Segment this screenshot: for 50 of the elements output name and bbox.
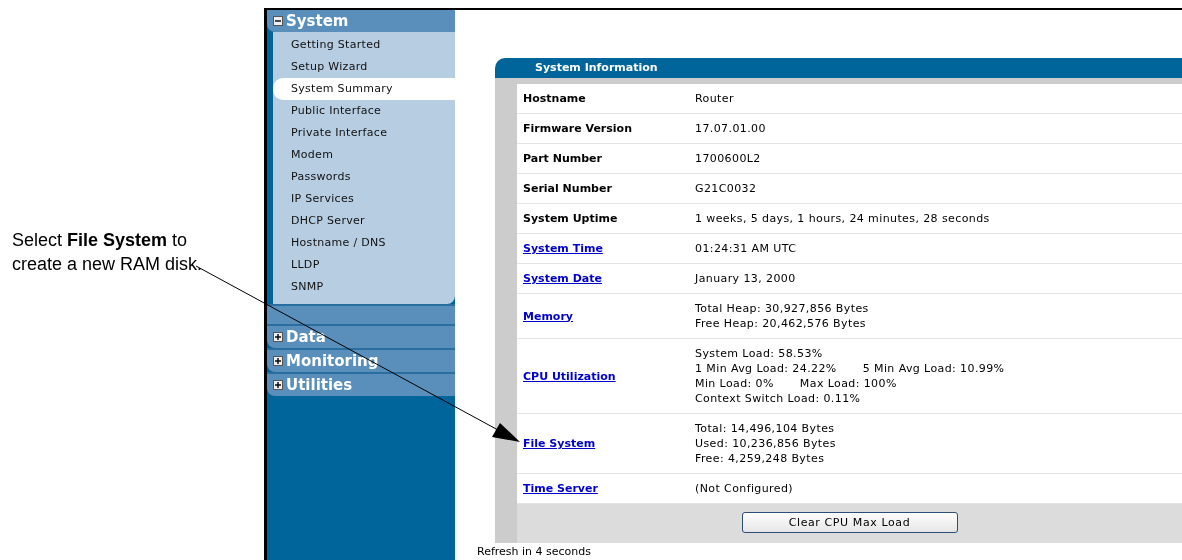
row-link[interactable]: File System	[517, 437, 695, 450]
row-value: 1 Min Avg Load: 24.22%	[695, 361, 837, 376]
row-link[interactable]: System Time	[517, 242, 695, 255]
row-value: Min Load: 0%	[695, 376, 774, 391]
menu-item[interactable]: System Summary	[273, 78, 455, 100]
row-value: 01:24:31 AM UTC	[695, 241, 797, 256]
row-value: 1 weeks, 5 days, 1 hours, 24 minutes, 28 seconds	[695, 211, 990, 226]
row-value: Free Heap: 20,462,576 Bytes	[695, 316, 866, 331]
row-label: System Uptime	[522, 212, 619, 225]
expand-icon[interactable]	[273, 356, 283, 366]
row-value: 1700600L2	[695, 151, 761, 166]
refresh-status: Refresh in 4 seconds	[477, 544, 593, 558]
row-value: Used: 10,236,856 Bytes	[695, 436, 836, 451]
row-value: Router	[695, 91, 734, 106]
clear-button[interactable]: Clear CPU Max Load	[741, 512, 958, 533]
row-value: System Load: 58.53%	[695, 346, 823, 361]
menu-item[interactable]: Private Interface	[279, 122, 455, 144]
menu-item[interactable]: IP Services	[279, 188, 455, 210]
menu-item[interactable]: DHCP Server	[279, 210, 455, 232]
menu-item[interactable]: Setup Wizard	[279, 56, 455, 78]
row-value: Free: 4,259,248 Bytes	[695, 451, 825, 466]
row-value: 5 Min Avg Load: 10.99%	[862, 361, 1005, 376]
row-value: Total Heap: 30,927,856 Bytes	[695, 301, 869, 316]
menu-item[interactable]: LLDP	[279, 254, 455, 276]
row-link[interactable]: System Date	[517, 272, 695, 285]
expand-icon[interactable]	[273, 380, 283, 390]
row-value: 17.07.01.00	[695, 121, 766, 136]
expand-icon[interactable]	[273, 332, 283, 342]
row-link[interactable]: Memory	[517, 309, 695, 323]
menu-item[interactable]: Public Interface	[279, 100, 455, 122]
collapse-icon[interactable]	[273, 16, 283, 26]
menu-item[interactable]: SNMP	[279, 276, 455, 298]
row-label: Serial Number	[522, 182, 613, 195]
menu-item[interactable]: Hostname / DNS	[279, 232, 455, 254]
row-value: January 13, 2000	[695, 271, 796, 286]
menu-item[interactable]: Getting Started	[279, 34, 455, 56]
row-link[interactable]: Time Server	[517, 482, 695, 495]
menu-item[interactable]: Passwords	[279, 166, 455, 188]
callout-text: Select File System to create a new RAM disk.	[12, 229, 204, 276]
panel-title: System Information	[495, 58, 1182, 78]
row-label: Hostname	[522, 92, 587, 105]
row-value: (Not Configured)	[695, 481, 794, 496]
row-value: Total: 14,496,104 Bytes	[695, 421, 835, 436]
row-label: Firmware Version	[522, 122, 633, 135]
row-label: Part Number	[522, 152, 603, 165]
menu-item[interactable]: Modem	[279, 144, 455, 166]
row-link[interactable]: CPU Utilization	[517, 369, 695, 383]
row-value: G21C0032	[695, 181, 757, 196]
row-value: Max Load: 100%	[799, 376, 897, 391]
row-value: Context Switch Load: 0.11%	[695, 391, 861, 406]
